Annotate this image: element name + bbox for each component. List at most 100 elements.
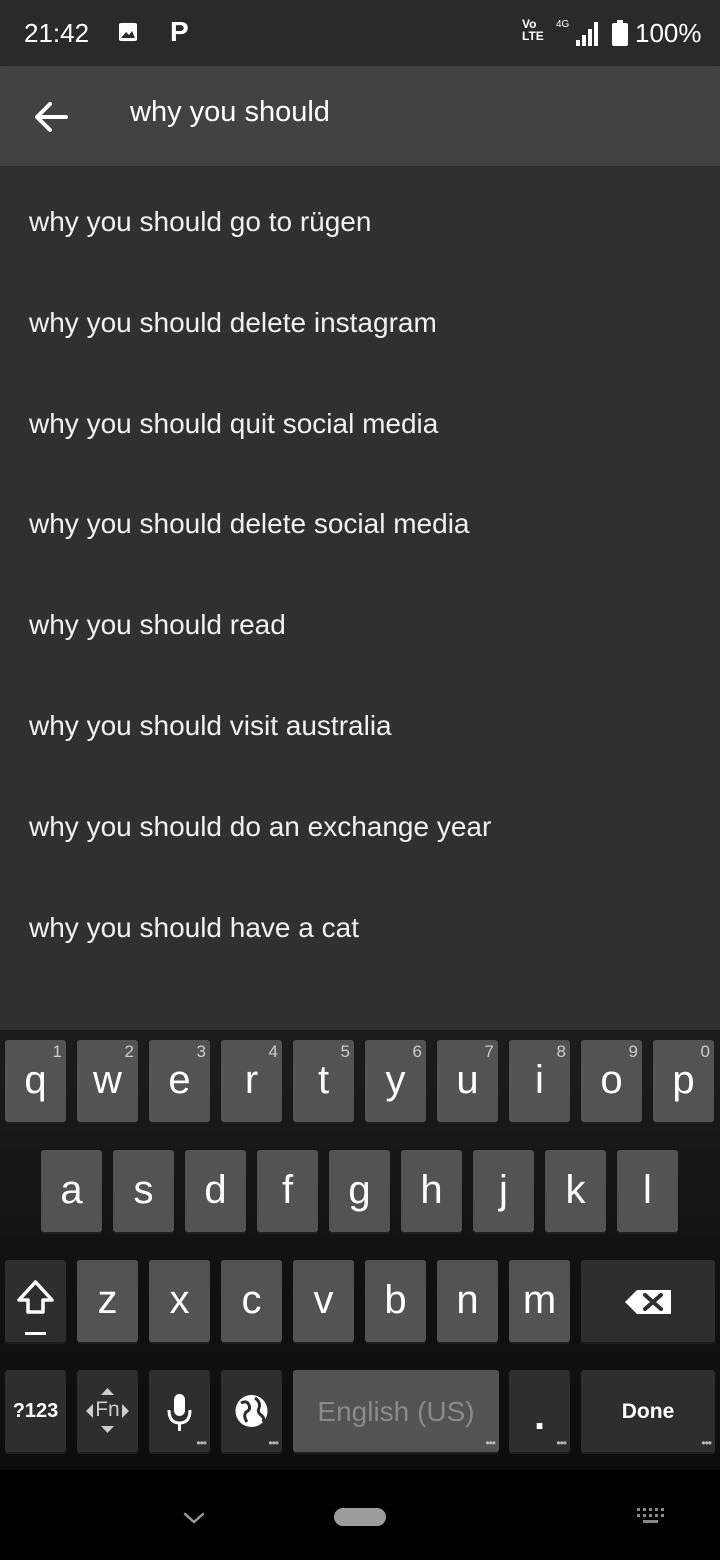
- key-w[interactable]: 2w: [77, 1040, 138, 1122]
- keyboard: 1q 2w 3e 4r 5t 6y 7u 8i 9o 0p a s d f g …: [0, 1030, 720, 1470]
- key-x[interactable]: x: [149, 1260, 210, 1342]
- back-arrow-icon[interactable]: [30, 96, 72, 138]
- more-dots: •••: [485, 1436, 496, 1450]
- backspace-key[interactable]: [581, 1260, 715, 1342]
- volte-icon: Vo LTE: [522, 18, 544, 42]
- key-j[interactable]: j: [473, 1150, 534, 1232]
- key-label: c: [241, 1278, 262, 1322]
- suggestion-item[interactable]: why you should read: [29, 609, 709, 641]
- period-key[interactable]: . •••: [509, 1370, 570, 1452]
- key-a[interactable]: a: [41, 1150, 102, 1232]
- symbols-key[interactable]: ?123: [5, 1370, 66, 1452]
- key-p[interactable]: 0p: [653, 1040, 714, 1122]
- more-dots: •••: [701, 1436, 712, 1450]
- key-r[interactable]: 4r: [221, 1040, 282, 1122]
- key-d[interactable]: d: [185, 1150, 246, 1232]
- key-label: a: [60, 1168, 83, 1212]
- volte-line2: LTE: [522, 29, 544, 43]
- shift-key[interactable]: [5, 1260, 66, 1342]
- key-h[interactable]: h: [401, 1150, 462, 1232]
- key-l[interactable]: l: [617, 1150, 678, 1232]
- fn-label: Fn: [95, 1398, 120, 1421]
- key-label: s: [133, 1168, 154, 1212]
- key-t[interactable]: 5t: [293, 1040, 354, 1122]
- search-bar: [0, 66, 720, 166]
- key-i[interactable]: 8i: [509, 1040, 570, 1122]
- space-key[interactable]: English (US) •••: [293, 1370, 499, 1452]
- key-label: j: [499, 1168, 508, 1212]
- key-label: z: [97, 1278, 118, 1322]
- key-k[interactable]: k: [545, 1150, 606, 1232]
- fn-key[interactable]: Fn: [77, 1370, 138, 1452]
- done-label: Done: [621, 1400, 675, 1423]
- parking-icon: P: [170, 16, 189, 47]
- key-label: t: [317, 1058, 330, 1102]
- key-y[interactable]: 6y: [365, 1040, 426, 1122]
- suggestion-item[interactable]: why you should delete instagram: [29, 307, 709, 339]
- key-label: m: [522, 1278, 557, 1322]
- key-label: u: [456, 1058, 479, 1102]
- key-label: i: [535, 1058, 544, 1102]
- key-label: h: [420, 1168, 443, 1212]
- key-label: v: [313, 1278, 334, 1322]
- navigation-bar: [0, 1470, 720, 1560]
- key-label: g: [348, 1168, 371, 1212]
- key-f[interactable]: f: [257, 1150, 318, 1232]
- suggestion-item[interactable]: why you should do an exchange year: [29, 811, 709, 843]
- key-label: p: [672, 1058, 695, 1102]
- suggestion-item[interactable]: why you should delete social media: [29, 508, 709, 540]
- backspace-icon: [625, 1290, 671, 1314]
- key-label: l: [643, 1168, 652, 1212]
- key-c[interactable]: c: [221, 1260, 282, 1342]
- key-g[interactable]: g: [329, 1150, 390, 1232]
- key-v[interactable]: v: [293, 1260, 354, 1342]
- key-label: n: [456, 1278, 479, 1322]
- key-label: b: [384, 1278, 407, 1322]
- done-key[interactable]: Done •••: [581, 1370, 715, 1452]
- status-bar: 21:42 P Vo LTE 4G 100%: [0, 0, 720, 66]
- suggestion-item[interactable]: why you should go to rügen: [29, 206, 709, 238]
- battery-icon: [612, 20, 628, 46]
- more-dots: •••: [268, 1436, 279, 1450]
- key-label: x: [169, 1278, 190, 1322]
- suggestion-list: why you should go to rügen why you shoul…: [0, 166, 720, 1030]
- clock: 21:42: [24, 18, 90, 48]
- suggestion-item[interactable]: why you should quit social media: [29, 408, 709, 440]
- key-o[interactable]: 9o: [581, 1040, 642, 1122]
- keyboard-switch-icon[interactable]: [636, 1506, 666, 1526]
- key-b[interactable]: b: [365, 1260, 426, 1342]
- voice-input-key[interactable]: •••: [149, 1370, 210, 1452]
- shift-icon: [17, 1280, 54, 1335]
- key-label: d: [204, 1168, 227, 1212]
- key-label: w: [93, 1058, 122, 1102]
- key-e[interactable]: 3e: [149, 1040, 210, 1122]
- key-m[interactable]: m: [509, 1260, 570, 1342]
- image-icon: [119, 23, 137, 41]
- space-label: English (US): [317, 1396, 475, 1427]
- battery-percent: 100%: [635, 18, 702, 48]
- key-u[interactable]: 7u: [437, 1040, 498, 1122]
- key-s[interactable]: s: [113, 1150, 174, 1232]
- suggestion-item[interactable]: why you should visit australia: [29, 710, 709, 742]
- period-label: .: [533, 1394, 546, 1438]
- key-label: o: [600, 1058, 623, 1102]
- key-z[interactable]: z: [77, 1260, 138, 1342]
- key-label: y: [385, 1058, 406, 1102]
- key-q[interactable]: 1q: [5, 1040, 66, 1122]
- search-input[interactable]: [130, 96, 690, 129]
- network-type-label: 4G: [556, 19, 570, 30]
- key-label: q: [24, 1058, 47, 1102]
- key-label: k: [565, 1168, 586, 1212]
- more-dots: •••: [556, 1436, 567, 1450]
- key-n[interactable]: n: [437, 1260, 498, 1342]
- hide-keyboard-icon[interactable]: [182, 1510, 206, 1526]
- language-key[interactable]: •••: [221, 1370, 282, 1452]
- suggestion-item[interactable]: why you should have a cat: [29, 912, 709, 944]
- key-label: f: [281, 1168, 294, 1212]
- signal-icon: [576, 22, 598, 46]
- home-pill[interactable]: [334, 1508, 386, 1526]
- key-label: e: [168, 1058, 191, 1102]
- symbols-label: ?123: [12, 1400, 59, 1422]
- more-dots: •••: [196, 1436, 207, 1450]
- key-label: r: [244, 1058, 259, 1102]
